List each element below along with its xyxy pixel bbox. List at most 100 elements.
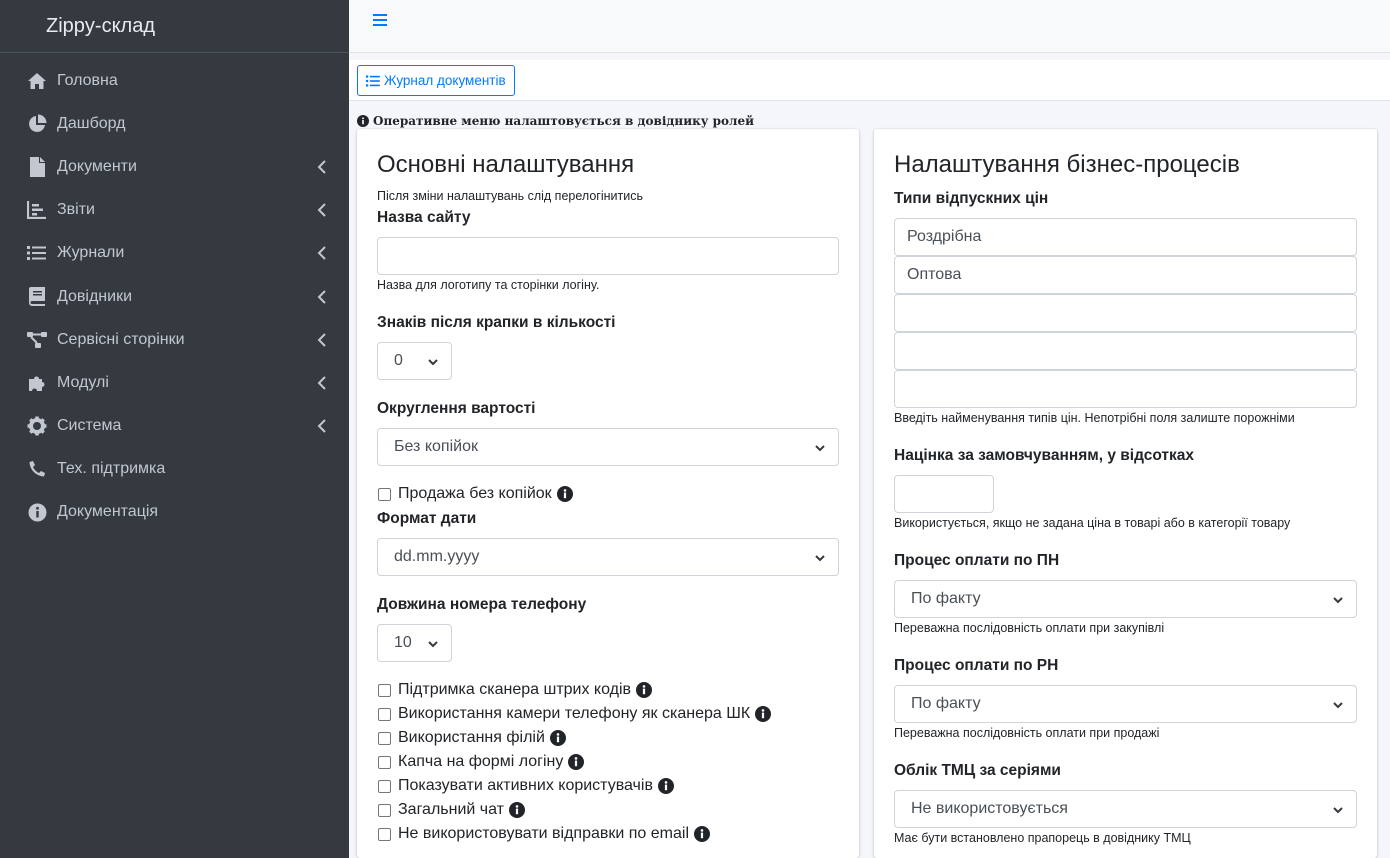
price-type-input-1[interactable]: Роздрібна — [894, 218, 1357, 256]
sidebar-item-reports[interactable]: Звіти — [0, 189, 349, 232]
checkbox-box[interactable] — [378, 827, 391, 841]
sidebar-item-dashboard[interactable]: Дашборд — [0, 102, 349, 145]
journal-documents-button[interactable]: Журнал документів — [357, 65, 515, 96]
info-icon[interactable] — [694, 826, 710, 842]
checkbox-box[interactable] — [378, 779, 391, 793]
checkbox-label: Не використовувати відправки по email — [398, 825, 689, 842]
sidebar-item-documents[interactable]: Документи — [0, 145, 349, 188]
chevron-left-icon — [315, 245, 327, 261]
price-type-input-5[interactable] — [894, 370, 1357, 408]
rounding-select[interactable]: Без копійок — [377, 428, 839, 466]
chevron-left-icon — [315, 202, 327, 218]
quick-menu-hint: Оперативне меню налаштовується в довідни… — [357, 114, 754, 128]
sidebar-item-label: Звіти — [57, 201, 95, 219]
sidebar-item-label: Модулі — [57, 373, 109, 391]
rounding-value: Без копійок — [394, 438, 478, 455]
pay-rn-value: По факту — [911, 695, 981, 712]
pay-rn-select[interactable]: По факту — [894, 685, 1357, 723]
no-email-checkbox[interactable]: Не використовувати відправки по email — [377, 824, 710, 844]
checkbox-label: Використання філій — [398, 729, 545, 746]
sitemap-icon — [26, 330, 48, 350]
sidebar-item-system[interactable]: Система — [0, 405, 349, 448]
info-icon[interactable] — [508, 802, 525, 818]
puzzle-icon — [26, 373, 48, 393]
chart-pie-icon — [26, 114, 48, 134]
journal-documents-label: Журнал документів — [384, 73, 506, 88]
decimals-value: 0 — [394, 352, 403, 369]
rounding-label: Округлення вартості — [377, 400, 536, 417]
info-icon[interactable] — [657, 778, 674, 794]
brand-logo[interactable]: Zippy-склад — [0, 0, 349, 53]
sidebar-item-home[interactable]: Головна — [0, 59, 349, 102]
chevron-down-icon — [814, 441, 826, 453]
price-type-input-2[interactable]: Оптова — [894, 256, 1357, 294]
sidebar-item-label: Тех. підтримка — [57, 460, 166, 478]
sidebar-item-directories[interactable]: Довідники — [0, 275, 349, 318]
checkbox-label: Підтримка сканера штрих кодів — [398, 681, 632, 698]
top-navbar — [349, 0, 1390, 53]
sidebar-item-journals[interactable]: Журнали — [0, 232, 349, 275]
checkbox-label: Використання камери телефону як сканера … — [398, 705, 751, 722]
checkbox-box[interactable] — [378, 707, 391, 721]
phone-length-select[interactable]: 10 — [377, 624, 452, 662]
sidebar-item-label: Довідники — [57, 287, 133, 305]
info-icon[interactable] — [556, 486, 573, 502]
main-settings-card: Основні налаштування Після зміни налашту… — [357, 129, 859, 858]
branches-checkbox[interactable]: Використання філій — [377, 728, 566, 748]
home-icon — [26, 71, 48, 91]
content-toolbar: Журнал документів — [349, 60, 1390, 101]
pay-rn-help: Переважна послідовність оплати при прода… — [894, 726, 1160, 740]
sidebar-item-service-pages[interactable]: Сервісні сторінки — [0, 318, 349, 361]
info-icon[interactable] — [636, 682, 653, 698]
markup-input[interactable] — [894, 475, 994, 513]
phone-length-label: Довжина номера телефону — [377, 596, 587, 613]
login-captcha-checkbox[interactable]: Капча на формі логіну — [377, 752, 585, 772]
info-icon[interactable] — [755, 706, 772, 722]
checkbox-box[interactable] — [378, 731, 391, 745]
camera-scanner-checkbox[interactable]: Використання камери телефону як сканера … — [377, 704, 772, 724]
chevron-down-icon — [1332, 593, 1344, 605]
general-chat-checkbox[interactable]: Загальний чат — [377, 800, 525, 820]
info-icon[interactable] — [549, 730, 566, 746]
pay-pn-help: Переважна послідовність оплати при закуп… — [894, 621, 1165, 635]
sidebar-item-label: Система — [57, 417, 122, 435]
checkbox-label: Продажа без копійок — [398, 485, 552, 502]
sidebar-item-modules[interactable]: Модулі — [0, 361, 349, 404]
sidebar-item-label: Документація — [57, 503, 159, 521]
info-icon — [26, 502, 48, 522]
decimals-select[interactable]: 0 — [377, 342, 452, 380]
sale-no-kopecks-checkbox[interactable]: Продажа без копійок — [377, 484, 573, 504]
price-types-help: Введіть найменування типів цін. Непотріб… — [894, 411, 1295, 425]
checkbox-box[interactable] — [378, 683, 391, 697]
price-type-input-3[interactable] — [894, 294, 1357, 332]
price-type-input-4[interactable] — [894, 332, 1357, 370]
date-format-select[interactable]: dd.mm.yyyy — [377, 538, 839, 576]
site-name-label: Назва сайту — [377, 209, 471, 226]
chevron-left-icon — [315, 418, 327, 434]
sidebar-item-label: Документи — [57, 157, 137, 175]
active-users-checkbox[interactable]: Показувати активних користувачів — [377, 776, 674, 796]
chevron-left-icon — [315, 159, 327, 175]
sidebar-item-support[interactable]: Тех. підтримка — [0, 448, 349, 491]
sidebar-item-label: Головна — [57, 71, 118, 89]
business-settings-card: Налаштування бізнес-процесів Типи відпус… — [874, 129, 1377, 858]
checkbox-box[interactable] — [378, 487, 391, 501]
price-types-label: Типи відпускних цін — [894, 190, 1049, 207]
site-name-input[interactable] — [377, 237, 839, 275]
relogin-note: Після зміни налаштувань слід перелогінит… — [377, 189, 643, 203]
pay-pn-select[interactable]: По факту — [894, 580, 1357, 618]
main-settings-title: Основні налаштування — [377, 151, 635, 178]
date-format-label: Формат дати — [377, 510, 477, 527]
series-select[interactable]: Не використовується — [894, 790, 1357, 828]
checkbox-box[interactable] — [378, 803, 391, 817]
info-icon[interactable] — [568, 754, 585, 770]
menu-toggle-icon[interactable] — [372, 12, 390, 30]
barcode-scanner-checkbox[interactable]: Підтримка сканера штрих кодів — [377, 680, 653, 700]
chevron-left-icon — [315, 289, 327, 305]
checkbox-label: Показувати активних користувачів — [398, 777, 653, 794]
series-value: Не використовується — [911, 800, 1068, 817]
checkbox-box[interactable] — [378, 755, 391, 769]
business-settings-title: Налаштування бізнес-процесів — [894, 151, 1240, 178]
sidebar-item-label: Журнали — [57, 244, 125, 262]
sidebar-item-documentation[interactable]: Документація — [0, 491, 349, 534]
